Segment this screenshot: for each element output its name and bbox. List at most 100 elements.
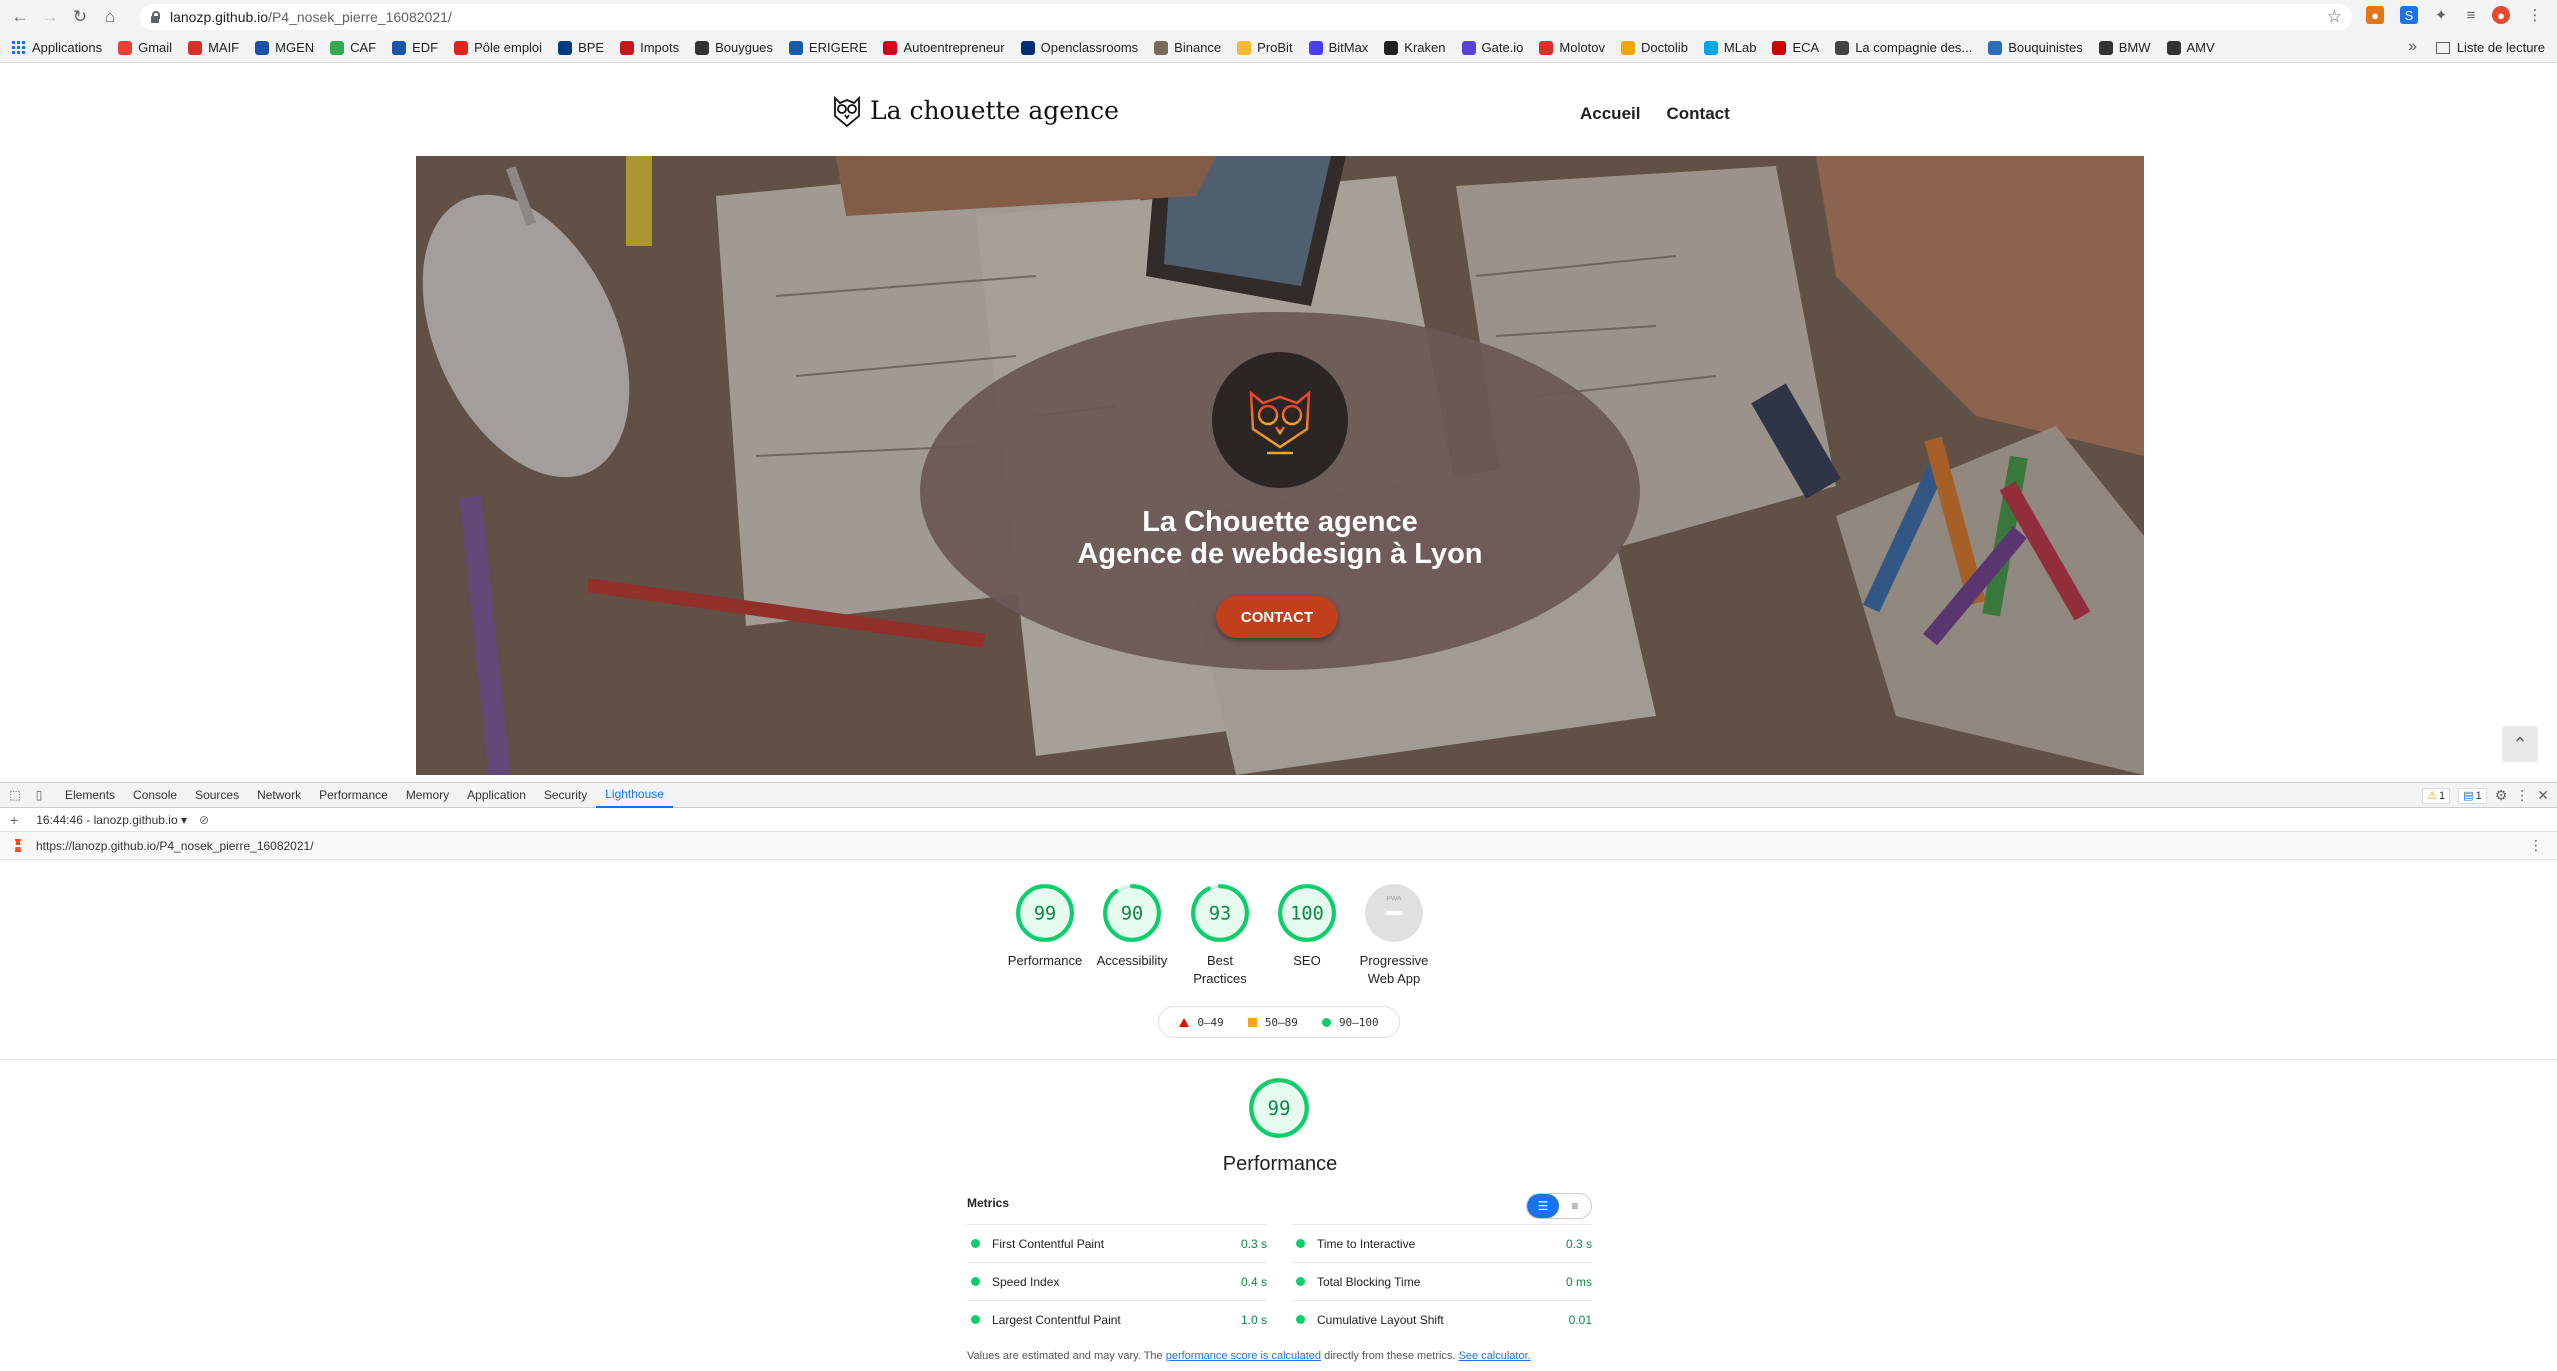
owl-logo-icon <box>834 95 860 128</box>
bookmark-mlab[interactable]: MLab <box>1703 40 1756 55</box>
report-menu-icon[interactable]: ⋮ <box>2529 837 2543 854</box>
bitmax-favicon-icon <box>1308 40 1323 55</box>
bookmark-impots[interactable]: Impots <box>620 40 679 55</box>
bookmark-openclassrooms[interactable]: Openclassrooms <box>1020 40 1138 55</box>
bookmark-label: ProBit <box>1257 40 1293 55</box>
devtools-tab-performance[interactable]: Performance <box>310 782 397 808</box>
bookmark-gmail[interactable]: Gmail <box>118 40 172 55</box>
bookmark-bouygues[interactable]: Bouygues <box>695 40 773 55</box>
devtools-tab-network[interactable]: Network <box>248 782 310 808</box>
bookmark-edf[interactable]: EDF <box>392 40 438 55</box>
logo-text: La chouette agence <box>870 95 1119 125</box>
pass-circle-icon <box>1296 1239 1305 1248</box>
bookmark-caf[interactable]: CAF <box>330 40 376 55</box>
settings-gear-icon[interactable]: ⚙ <box>2495 787 2508 804</box>
bouygues-favicon-icon <box>695 40 710 55</box>
nav-link-contact[interactable]: Contact <box>1666 104 1729 124</box>
media-controls-icon[interactable]: ≡ <box>2462 6 2480 24</box>
bookmark-applications[interactable]: Applications <box>12 40 102 55</box>
category-progressive-web-app-gauge-ring: PWA <box>1365 884 1423 942</box>
bookmark-binance[interactable]: Binance <box>1154 40 1221 55</box>
web-page: La chouette agence Accueil Contact La Ch… <box>0 64 2557 775</box>
device-toolbar-icon[interactable]: ▯ <box>30 786 48 804</box>
pass-circle-icon <box>971 1277 980 1286</box>
reading-list-label: Liste de lecture <box>2456 40 2545 55</box>
nav-link-accueil[interactable]: Accueil <box>1580 104 1640 124</box>
bookmark-mgen[interactable]: MGEN <box>255 40 314 55</box>
scroll-to-top-button[interactable]: ⌃ <box>2502 726 2538 762</box>
extensions-puzzle-icon[interactable]: ✦ <box>2432 6 2450 24</box>
expanded-view-icon[interactable]: ≡ <box>1559 1194 1591 1218</box>
browser-menu-icon[interactable]: ⋮ <box>2526 6 2544 24</box>
la-compagnie-des-favicon-icon <box>1835 40 1850 55</box>
metamask-extension-icon[interactable]: ● <box>2366 6 2384 24</box>
forward-icon[interactable]: → <box>40 7 60 27</box>
bookmark-bouquinistes[interactable]: Bouquinistes <box>1988 40 2083 55</box>
home-icon[interactable]: ⌂ <box>100 7 120 27</box>
openclassrooms-favicon-icon <box>1020 40 1035 55</box>
report-selector[interactable]: 16:44:46 - lanozp.github.io ▾ <box>36 813 187 827</box>
bookmark-maif[interactable]: MAIF <box>188 40 239 55</box>
bookmark-bpe[interactable]: BPE <box>558 40 604 55</box>
bookmark-erigere[interactable]: ERIGERE <box>788 40 867 55</box>
devtools-tab-console[interactable]: Console <box>124 782 186 808</box>
lighthouse-url-bar: https://lanozp.github.io/P4_nosek_pierre… <box>0 832 2557 860</box>
category-progressive-web-app[interactable]: PWA Progressive Web App <box>1334 882 1454 988</box>
devtools-tab-sources[interactable]: Sources <box>186 782 248 808</box>
hero-title-line2: Agence de webdesign à Lyon <box>1077 538 1483 570</box>
bookmark-probit[interactable]: ProBit <box>1237 40 1293 55</box>
devtools-tab-elements[interactable]: Elements <box>56 782 124 808</box>
compact-view-icon[interactable]: ☰ <box>1527 1194 1559 1218</box>
devtools-tab-lighthouse[interactable]: Lighthouse <box>596 782 673 808</box>
warnings-badge[interactable]: ⚠ 1 <box>2422 787 2451 804</box>
erigere-favicon-icon <box>788 40 803 55</box>
close-devtools-icon[interactable]: ✕ <box>2537 787 2549 804</box>
more-bookmarks-icon[interactable]: » <box>2408 38 2417 56</box>
s-extension-icon[interactable]: S <box>2400 6 2418 24</box>
bookmark-autoentrepreneur[interactable]: Autoentrepreneur <box>883 40 1005 55</box>
autoentrepreneur-favicon-icon <box>883 40 898 55</box>
performance-title: Performance <box>1222 1153 1338 1175</box>
clear-reports-icon[interactable]: ⊘ <box>199 813 209 827</box>
section-divider <box>0 1059 2557 1060</box>
address-bar[interactable]: lanozp.github.io /P4_nosek_pierre_160820… <box>140 4 2352 30</box>
bookmark-kraken[interactable]: Kraken <box>1384 40 1446 55</box>
impots-favicon-icon <box>620 40 635 55</box>
see-calculator-link[interactable]: See calculator. <box>1459 1350 1531 1362</box>
report-url[interactable]: https://lanozp.github.io/P4_nosek_pierre… <box>36 839 314 853</box>
reload-icon[interactable]: ↻ <box>70 7 90 27</box>
bookmark-la-compagnie-des[interactable]: La compagnie des... <box>1835 40 1972 55</box>
metric-value: 0 ms <box>1565 1274 1592 1289</box>
new-report-icon[interactable]: + <box>10 812 18 828</box>
score-calculated-link[interactable]: performance score is calculated <box>1166 1350 1321 1362</box>
profile-avatar[interactable]: ● <box>2492 6 2510 24</box>
devtools-tab-application[interactable]: Application <box>458 782 535 808</box>
inspect-element-icon[interactable]: ⬚ <box>6 786 24 804</box>
metrics-view-toggle[interactable]: ☰ ≡ <box>1526 1193 1592 1219</box>
bookmark-label: Doctolib <box>1640 40 1688 55</box>
bookmark-label: Binance <box>1174 40 1222 55</box>
bookmark-label: CAF <box>350 40 377 55</box>
devtools-tab-security[interactable]: Security <box>535 782 596 808</box>
metrics-note: Values are estimated and may vary. The p… <box>967 1350 1531 1362</box>
bookmark-molotov[interactable]: Molotov <box>1539 40 1605 55</box>
bookmark-bitmax[interactable]: BitMax <box>1308 40 1368 55</box>
metric-name: Total Blocking Time <box>1317 1274 1421 1289</box>
messages-badge[interactable]: ▤ 1 <box>2458 787 2487 804</box>
bookmark-eca[interactable]: ECA <box>1772 40 1819 55</box>
metric-first-contentful-paint: First Contentful Paint 0.3 s <box>967 1224 1267 1262</box>
metric-total-blocking-time: Total Blocking Time 0 ms <box>1292 1262 1592 1300</box>
bookmark-gate-io[interactable]: Gate.io <box>1461 40 1523 55</box>
bookmark-star-icon[interactable]: ☆ <box>2327 7 2342 27</box>
back-icon[interactable]: ← <box>10 7 30 27</box>
bookmark-bmw[interactable]: BMW <box>2098 40 2151 55</box>
bookmark-amv[interactable]: AMV <box>2166 40 2215 55</box>
contact-button[interactable]: CONTACT <box>1216 596 1338 638</box>
devtools-tab-memory[interactable]: Memory <box>397 782 458 808</box>
reading-list-button[interactable]: Liste de lecture <box>2435 40 2545 55</box>
site-logo[interactable]: La chouette agence <box>832 92 1119 128</box>
devtools-menu-icon[interactable]: ⋮ <box>2515 787 2529 804</box>
bookmark-p-le-emploi[interactable]: Pôle emploi <box>454 40 542 55</box>
bookmark-doctolib[interactable]: Doctolib <box>1620 40 1688 55</box>
category-best-practices-gauge-ring: 93 <box>1191 884 1249 942</box>
